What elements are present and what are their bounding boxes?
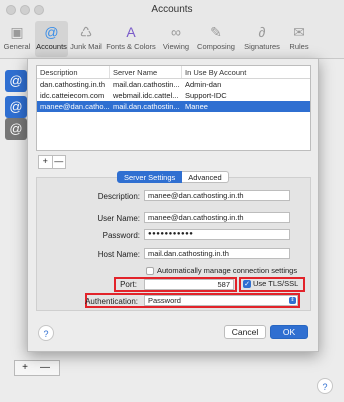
port-field[interactable]: 587 xyxy=(144,279,234,290)
toolbar-label: Composing xyxy=(197,42,235,51)
cell-description: dan.cathosting.in.th xyxy=(40,80,106,89)
description-field[interactable]: manee@dan.cathosting.in.th xyxy=(144,190,290,201)
chevron-updown-icon: ⇕ xyxy=(289,297,296,304)
cancel-button[interactable]: Cancel xyxy=(224,325,266,339)
cell-in-use: Admin-dan xyxy=(185,80,222,89)
background-add-button[interactable]: + xyxy=(15,361,35,374)
window-title: Accounts xyxy=(151,4,193,15)
toolbar-fonts-colors[interactable]: A Fonts & Colors xyxy=(104,21,158,57)
background-account-icon[interactable]: @ xyxy=(5,70,27,92)
password-label: Password: xyxy=(102,231,140,240)
tls-label: Use TLS/SSL xyxy=(253,279,299,288)
help-label: ? xyxy=(322,382,328,392)
trash-icon: ♺ xyxy=(79,24,93,40)
auto-manage-label: Automatically manage connection settings xyxy=(157,266,298,275)
toolbar-label: Junk Mail xyxy=(70,42,102,51)
toolbar-accounts[interactable]: @ Accounts xyxy=(35,21,68,57)
username-label: User Name: xyxy=(97,214,140,223)
add-account-button[interactable]: + xyxy=(39,156,53,168)
column-header-in-use[interactable]: In Use By Account xyxy=(182,66,310,78)
toolbar-label: General xyxy=(3,42,31,51)
tab-server-settings[interactable]: Server Settings xyxy=(117,171,183,183)
hostname-label: Host Name: xyxy=(97,250,140,259)
settings-tabs: Server Settings Advanced xyxy=(117,171,229,183)
cell-description: idc.catteiecom.com xyxy=(40,91,105,100)
auto-manage-checkbox[interactable] xyxy=(146,267,154,275)
background-help-button[interactable]: ? xyxy=(317,378,333,394)
hostname-field[interactable]: mail.dan.cathosting.in.th xyxy=(144,248,290,259)
authentication-value: Password xyxy=(148,296,181,305)
table-row[interactable]: idc.catteiecom.com webmail.idc.cattel...… xyxy=(37,90,310,101)
fonts-icon: A xyxy=(126,24,136,40)
port-label: Port: xyxy=(120,280,137,289)
background-add-remove: + — xyxy=(14,360,60,376)
toolbar-general[interactable]: ▣ General xyxy=(0,21,34,57)
signature-icon: ∂ xyxy=(258,24,266,40)
cell-in-use: Support-IDC xyxy=(185,91,227,100)
tls-checkbox[interactable]: ✓ xyxy=(243,280,251,288)
toolbar-label: Viewing xyxy=(162,42,190,51)
toolbar-signatures[interactable]: ∂ Signatures xyxy=(240,21,284,57)
toolbar-label: Fonts & Colors xyxy=(106,42,156,51)
column-header-description[interactable]: Description xyxy=(37,66,110,78)
cell-description: manee@dan.catho... xyxy=(40,102,110,111)
general-icon: ▣ xyxy=(10,24,24,40)
toolbar-rules[interactable]: ✉ Rules xyxy=(285,21,313,57)
background-remove-button[interactable]: — xyxy=(35,361,55,374)
description-label: Description: xyxy=(97,192,140,201)
table-row-selected[interactable]: manee@dan.catho... mail.dan.cathostin...… xyxy=(37,101,310,112)
preferences-toolbar: ▣ General @ Accounts ♺ Junk Mail A Fonts… xyxy=(0,20,344,59)
background-account-icon[interactable]: @ xyxy=(5,96,27,118)
tab-advanced[interactable]: Advanced xyxy=(182,171,229,183)
username-field[interactable]: manee@dan.cathosting.in.th xyxy=(144,212,290,223)
toolbar-junk-mail[interactable]: ♺ Junk Mail xyxy=(69,21,103,57)
authentication-select[interactable]: Password ⇕ xyxy=(144,295,298,306)
pencil-icon: ✎ xyxy=(210,24,222,40)
cell-server: mail.dan.cathostin... xyxy=(113,102,180,111)
envelope-icon: ✉ xyxy=(293,24,305,40)
toolbar-label: Rules xyxy=(289,42,309,51)
cell-in-use: Manee xyxy=(185,102,208,111)
toolbar-label: Accounts xyxy=(36,42,67,51)
toolbar-label: Signatures xyxy=(244,42,280,51)
remove-account-button[interactable]: — xyxy=(53,156,66,168)
ok-button[interactable]: OK xyxy=(270,325,308,339)
help-label: ? xyxy=(43,329,49,339)
toolbar-viewing[interactable]: ∞ Viewing xyxy=(160,21,192,57)
account-list: Description Server Name In Use By Accoun… xyxy=(36,65,311,151)
background-account-icon[interactable]: @ xyxy=(5,118,27,140)
cell-server: webmail.idc.cattel... xyxy=(113,91,179,100)
account-list-header: Description Server Name In Use By Accoun… xyxy=(37,66,310,79)
password-field[interactable]: ●●●●●●●●●●● xyxy=(144,229,290,240)
authentication-label: Authentication: xyxy=(85,297,138,306)
column-header-server[interactable]: Server Name xyxy=(110,66,182,78)
add-remove-account-control: + — xyxy=(38,155,66,169)
table-row[interactable]: dan.cathosting.in.th mail.dan.cathostin.… xyxy=(37,79,310,90)
help-button[interactable]: ? xyxy=(38,325,54,341)
account-settings-sheet: Description Server Name In Use By Accoun… xyxy=(27,58,319,352)
at-sign-icon: @ xyxy=(44,24,59,40)
glasses-icon: ∞ xyxy=(171,24,181,40)
toolbar-composing[interactable]: ✎ Composing xyxy=(193,21,239,57)
title-bar: Accounts xyxy=(0,0,344,20)
cell-server: mail.dan.cathostin... xyxy=(113,80,180,89)
